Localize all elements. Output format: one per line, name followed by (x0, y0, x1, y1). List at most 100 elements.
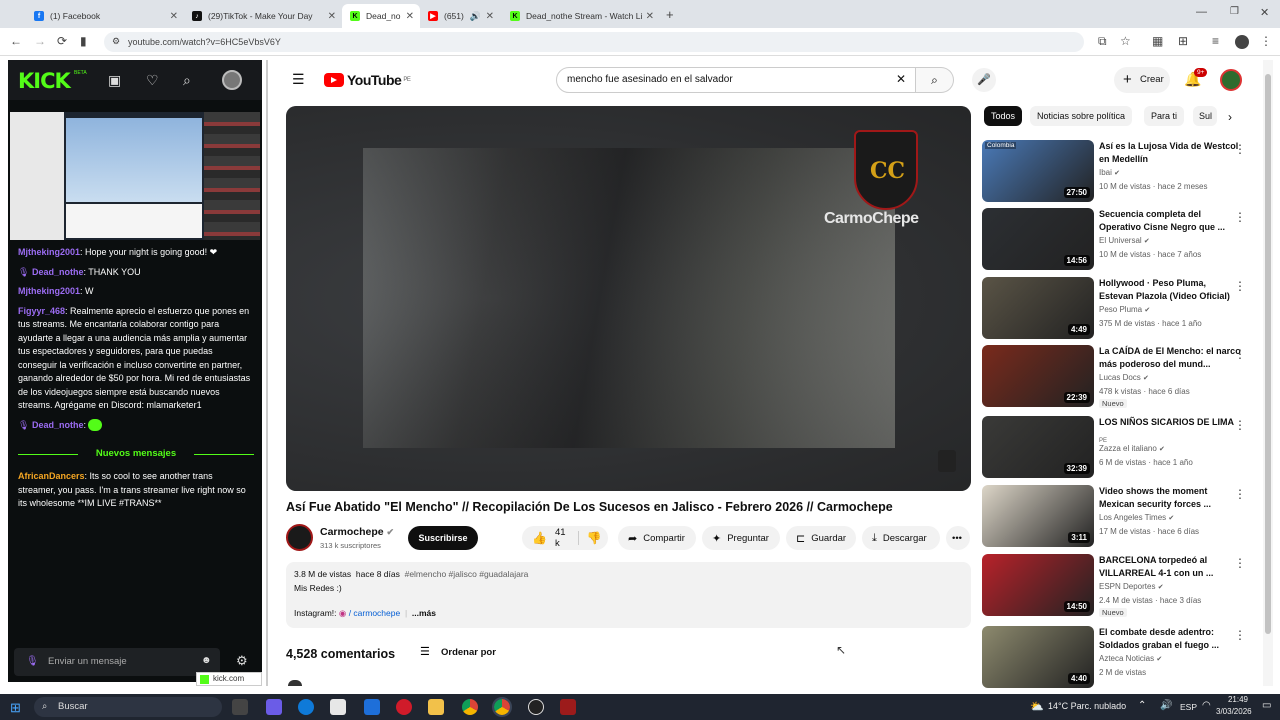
kick-logo[interactable]: KICK (18, 69, 71, 93)
store-icon[interactable] (330, 699, 346, 715)
notification-center-icon[interactable]: ▭ (1262, 700, 1271, 711)
close-icon[interactable]: ✕ (328, 11, 336, 22)
recommendation-card[interactable]: 14:50 BARCELONA torpedeó al VILLARREAL 4-… (982, 554, 1252, 617)
more-actions-button[interactable]: ••• (946, 526, 970, 550)
new-tab-button[interactable]: + (666, 7, 674, 22)
sort-icon[interactable]: ☰ (420, 645, 430, 658)
chip-politics[interactable]: Noticias sobre política (1030, 106, 1133, 126)
hashtags[interactable]: #elmencho #jalisco #guadalajara (405, 569, 529, 579)
game-icon[interactable] (560, 699, 576, 715)
taskbar-search[interactable]: ⌕ Buscar (34, 697, 222, 717)
rec-channel[interactable]: Ibai ✔ (1099, 168, 1120, 177)
rec-title[interactable]: LOS NIÑOS SICARIOS DE LIMA (1099, 416, 1241, 429)
mic-icon[interactable]: 🎙 (26, 656, 39, 667)
close-icon[interactable]: ✕ (406, 11, 414, 22)
hamburger-menu-icon[interactable]: ☰ (292, 71, 305, 88)
minimize-button[interactable]: — (1196, 6, 1207, 18)
more-vertical-icon[interactable]: ⋮ (1234, 142, 1246, 156)
like-count[interactable]: 41 k (555, 527, 566, 549)
video-thumbnail[interactable]: 4:49 (982, 277, 1094, 339)
new-messages-divider[interactable]: Nuevos mensajes (18, 448, 254, 459)
obs-icon[interactable] (528, 699, 544, 715)
maximize-button[interactable]: ❐ (1230, 6, 1239, 17)
audio-icon[interactable]: 🔊 (470, 11, 481, 22)
extensions-icon[interactable]: ▦ (1152, 34, 1163, 48)
ask-button[interactable]: ✦ Preguntar (702, 526, 780, 550)
url-field[interactable]: ⚙ youtube.com/watch?v=6HC5eVbsV6Y (104, 32, 1084, 52)
video-thumbnail[interactable]: 14:50 (982, 554, 1094, 616)
weather-icon[interactable]: ⛅ (1030, 700, 1044, 713)
channel-name[interactable]: Carmochepe ✔ (320, 526, 394, 538)
tab-youtube[interactable]: ▶ (651) 🔊 ✕ (420, 4, 500, 28)
recommendation-card[interactable]: 3:11 Video shows the moment Mexican secur… (982, 485, 1252, 547)
chat-input[interactable]: Enviar un mensaje (14, 648, 220, 676)
emoji-icon[interactable]: ☻ (201, 655, 212, 666)
settings-gear-icon[interactable]: ⚙ (236, 653, 248, 669)
recommendation-card[interactable]: Colombia 27:50 Así es la Lujosa Vida de We… (982, 140, 1252, 202)
search-icon[interactable]: ⌕ (183, 72, 191, 89)
rec-channel[interactable]: Azteca Noticias ✔ (1099, 654, 1162, 663)
save-button[interactable]: ⊏ Guardar (786, 526, 856, 550)
share-button[interactable]: ➦ Compartir (618, 526, 696, 550)
more-vertical-icon[interactable]: ⋮ (1234, 418, 1246, 432)
tab-kick-stream[interactable]: K Dead_nothe Stream - Watch Li ✕ (502, 4, 660, 28)
more-vertical-icon[interactable]: ⋮ (1234, 487, 1246, 501)
site-info-icon[interactable]: ⚙ (112, 36, 120, 47)
rec-channel[interactable]: PE Zazza el italiano ✔ (1099, 438, 1165, 453)
video-thumbnail[interactable]: 22:39 (982, 345, 1094, 407)
profile-avatar[interactable] (1235, 35, 1249, 49)
subscribe-button[interactable]: Suscribirse (408, 526, 478, 550)
chat-username[interactable]: Dead_nothe (32, 420, 84, 430)
video-thumbnail[interactable]: 32:39 (982, 416, 1094, 478)
chat-username[interactable]: Dead_nothe (32, 267, 84, 277)
clock-time[interactable]: 21:49 (1220, 695, 1256, 704)
kick-footer-link[interactable]: kick.com (196, 672, 262, 686)
video-thumbnail[interactable]: 14:56 (982, 208, 1094, 270)
chip-todos[interactable]: Todos (984, 106, 1023, 126)
scrollbar-thumb[interactable] (1265, 74, 1271, 634)
search-input[interactable]: mencho fue asesinado en el salvador (556, 67, 916, 93)
user-avatar[interactable] (222, 70, 242, 90)
forward-icon[interactable]: → (34, 34, 46, 48)
browse-icon[interactable]: ▣ (108, 72, 121, 89)
file-explorer-icon[interactable] (428, 699, 444, 715)
star-icon[interactable]: ☆ (1120, 34, 1131, 48)
sort-button[interactable]: Ordenar por (441, 647, 496, 658)
search-button[interactable]: ⌕ (916, 67, 954, 93)
tab-facebook[interactable]: f (1) Facebook ✕ (26, 4, 184, 28)
reload-icon[interactable]: ⟳ (57, 34, 67, 48)
rec-channel[interactable]: El Universal ✔ (1099, 236, 1150, 245)
sidebar-icon[interactable]: ▮ (80, 34, 87, 48)
volume-icon[interactable]: 🔊 (1160, 700, 1172, 711)
scrollbar[interactable] (1263, 60, 1273, 686)
tab-kick-active[interactable]: K Dead_no ✕ (342, 4, 420, 28)
close-icon[interactable]: ✕ (646, 11, 654, 22)
menu-list-icon[interactable]: ≡ (1212, 34, 1219, 48)
video-thumbnail[interactable]: 3:11 (982, 485, 1094, 547)
chat-username[interactable]: Figyyr_468 (18, 306, 65, 316)
puzzle-icon[interactable]: ⊞ (1178, 34, 1188, 48)
opera-icon[interactable] (396, 699, 412, 715)
rec-title[interactable]: El combate desde adentro: Soldados graba… (1099, 626, 1241, 651)
copilot-icon[interactable] (266, 699, 282, 715)
download-button[interactable]: ⤓ Descargar (862, 526, 940, 550)
youtube-logo[interactable]: YouTube PE (324, 72, 411, 88)
tab-tiktok[interactable]: ♪ (29)TikTok - Make Your Day ✕ (184, 4, 342, 28)
create-button[interactable]: + Crear (1114, 67, 1170, 93)
chip-for-you[interactable]: Para ti (1144, 106, 1185, 126)
close-window-button[interactable]: ✕ (1260, 6, 1269, 19)
weather-text[interactable]: 14°C Parc. nublado (1048, 701, 1126, 711)
wifi-icon[interactable]: ◠ (1202, 700, 1211, 711)
chat-username[interactable]: Mjtheking2001 (18, 286, 80, 296)
tray-chevron-icon[interactable]: ⌃ (1138, 700, 1146, 711)
comment-avatar[interactable] (288, 680, 302, 686)
chrome-icon[interactable] (462, 699, 478, 715)
rec-title[interactable]: La CAÍDA de El Mencho: el narco más pode… (1099, 345, 1241, 370)
thumbs-up-icon[interactable]: 👍 (532, 531, 547, 545)
rec-title[interactable]: Video shows the moment Mexican security … (1099, 485, 1241, 510)
video-thumbnail[interactable]: Colombia 27:50 (982, 140, 1094, 202)
rec-title[interactable]: Secuencia completa del Operativo Cisne N… (1099, 208, 1241, 233)
more-vertical-icon[interactable]: ⋮ (1234, 556, 1246, 570)
stream-preview[interactable] (10, 112, 260, 240)
rec-title[interactable]: Así es la Lujosa Vida de Westcol en Mede… (1099, 140, 1241, 165)
